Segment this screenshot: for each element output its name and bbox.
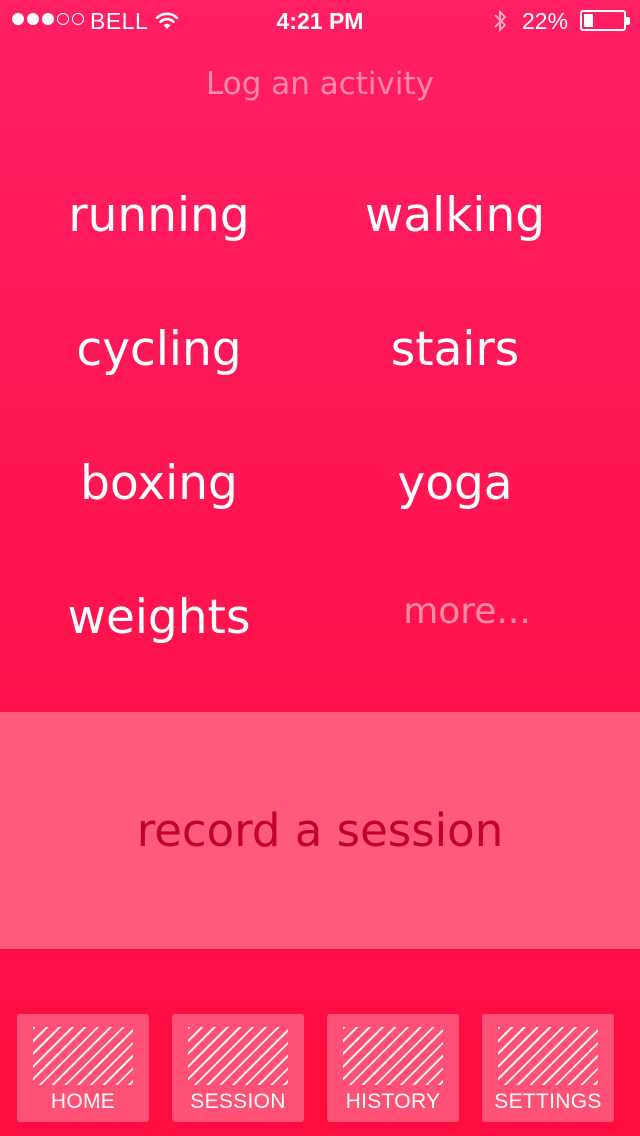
activity-cycling-button[interactable]: cycling [9,294,309,404]
history-icon [343,1027,443,1085]
battery-icon [580,10,630,31]
tab-bar: HOME SESSION HISTORY SETTINGS [0,1014,640,1122]
record-session-button[interactable]: record a session [0,712,640,949]
tab-history[interactable]: HISTORY [327,1014,459,1122]
page-title: Log an activity [206,66,434,102]
more-activities-button[interactable]: more... [317,556,617,666]
tab-settings-label: SETTINGS [494,1090,602,1113]
home-icon [33,1027,133,1085]
activity-walking-button[interactable]: walking [305,160,605,270]
tab-history-label: HISTORY [345,1090,441,1113]
tab-home[interactable]: HOME [17,1014,149,1122]
battery-percent: 22% [522,8,569,34]
bluetooth-icon [494,9,507,33]
activity-stairs-button[interactable]: stairs [305,294,605,404]
activity-running-button[interactable]: running [9,160,309,270]
tab-settings[interactable]: SETTINGS [482,1014,614,1122]
status-bar: BELL 4:21 PM 22% [0,0,640,42]
session-icon [188,1027,288,1085]
tab-session-label: SESSION [190,1090,286,1113]
record-session-label: record a session [136,804,504,857]
settings-icon [498,1027,598,1085]
activity-grid: running walking cycling stairs boxing yo… [0,160,640,700]
tab-home-label: HOME [50,1090,116,1113]
activity-yoga-button[interactable]: yoga [305,428,605,538]
tab-session[interactable]: SESSION [172,1014,304,1122]
activity-boxing-button[interactable]: boxing [9,428,309,538]
activity-weights-button[interactable]: weights [9,562,309,672]
